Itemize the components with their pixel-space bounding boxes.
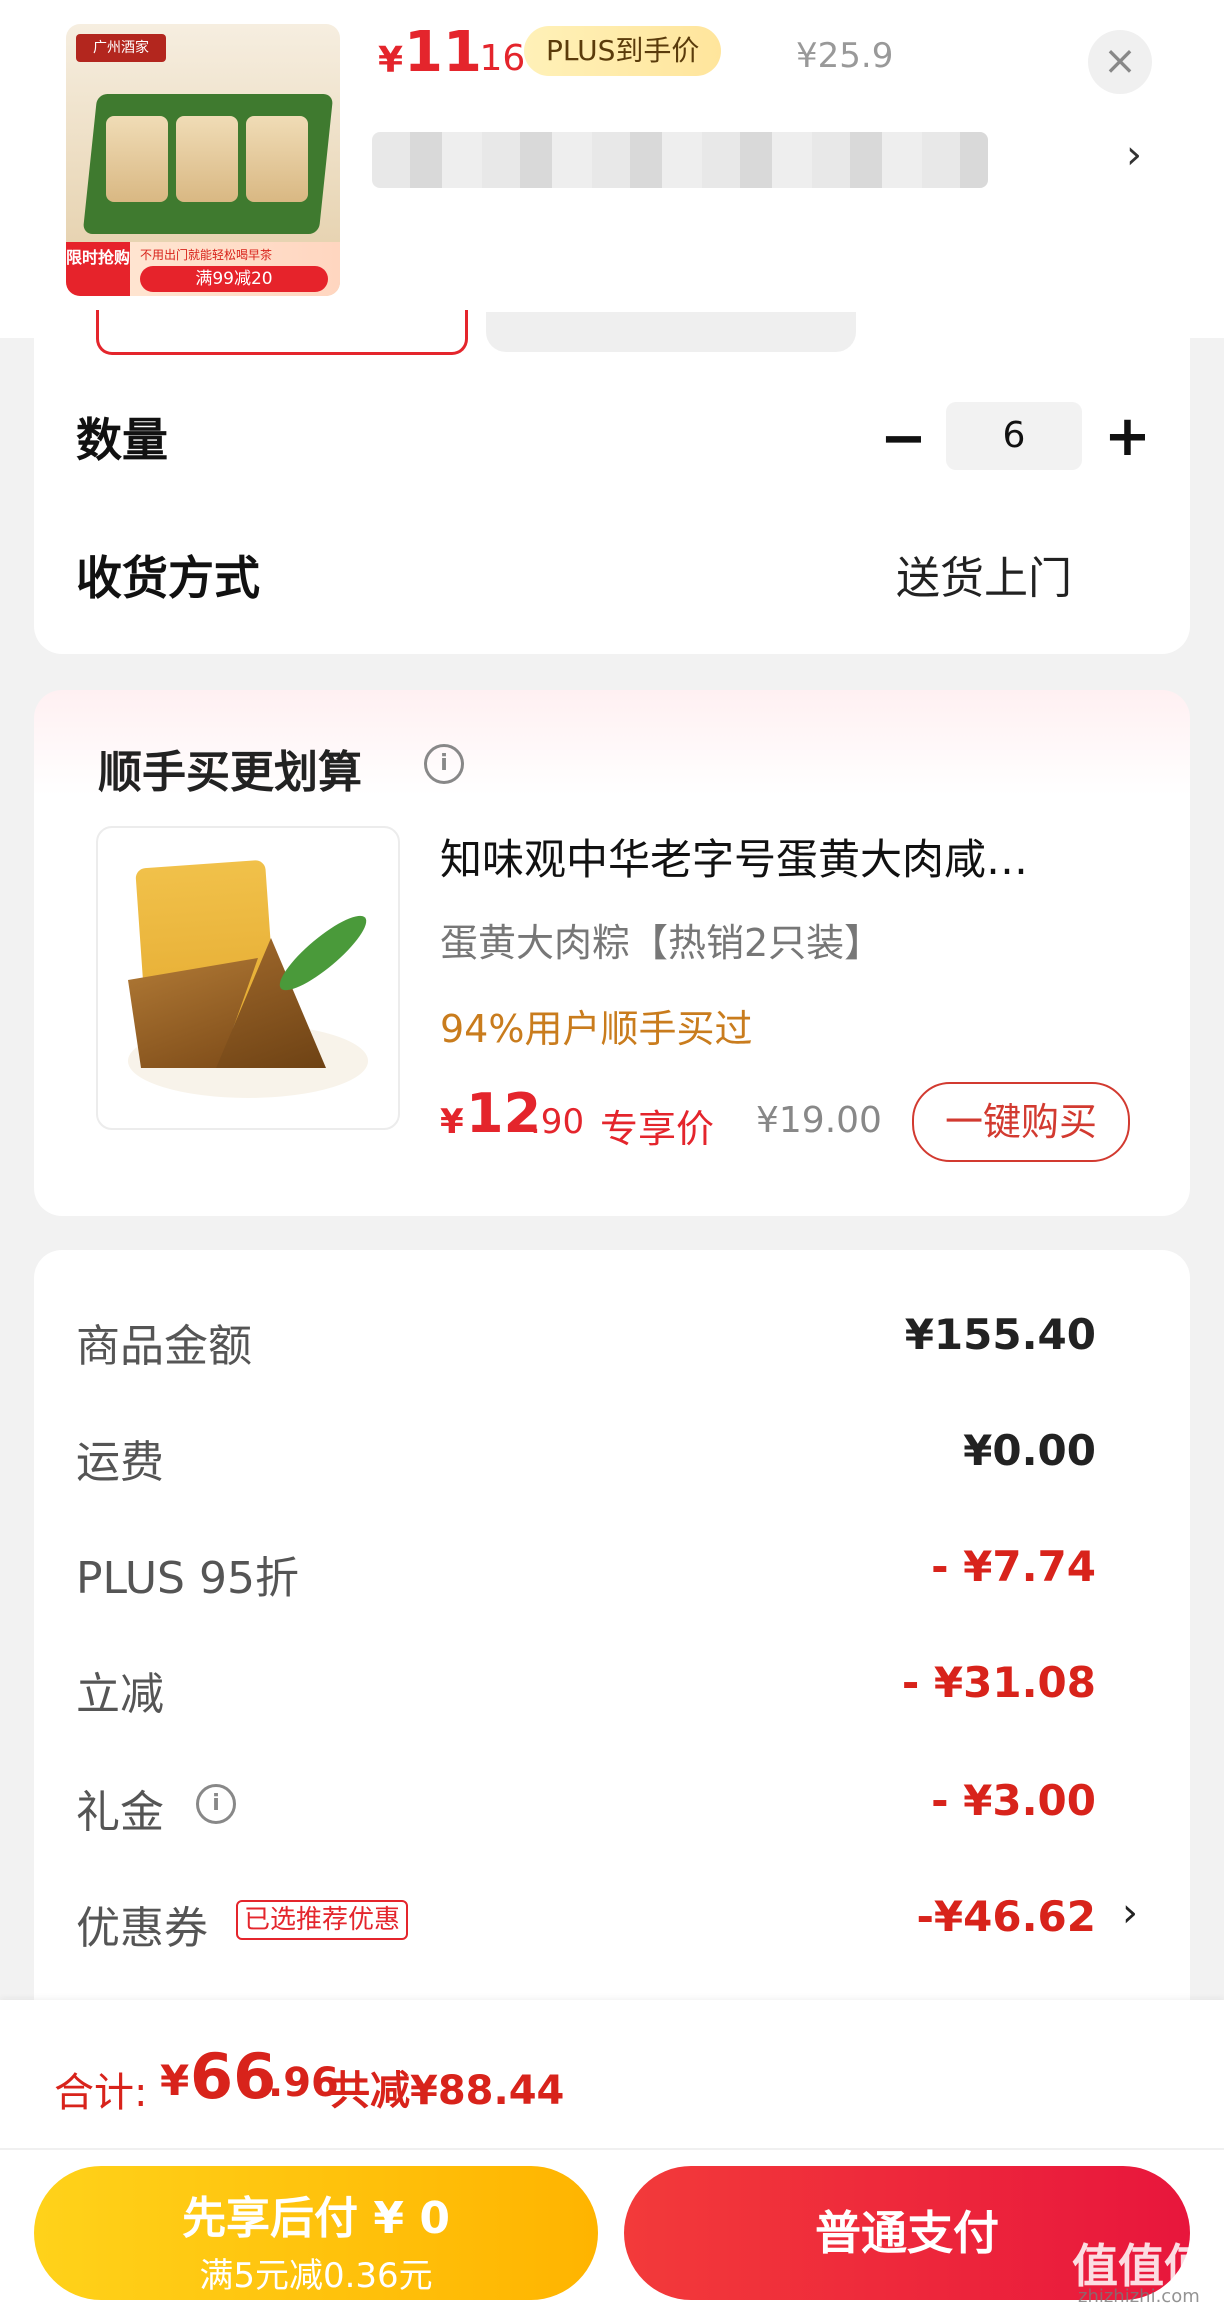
bundle-price-decimal: .90 <box>530 1102 585 1142</box>
total-saved: 共减¥88.44 <box>330 2068 565 2114</box>
quantity-increase-button[interactable]: + <box>1104 404 1151 469</box>
summary-value-plus-discount: - ¥7.74 <box>931 1542 1096 1591</box>
quantity-decrease-button[interactable]: − <box>880 406 927 471</box>
rice-cake-2 <box>176 116 238 202</box>
total-decimal: .96 <box>268 2060 339 2106</box>
summary-label-instant-off: 立减 <box>76 1669 164 1720</box>
price-decimal: .16 <box>468 38 526 79</box>
quantity-label: 数量 <box>76 413 168 467</box>
rice-cake-3 <box>246 116 308 202</box>
pay-later-subtitle: 满5元减0.36元 <box>199 2256 433 2296</box>
bundle-product-image[interactable] <box>96 826 400 1130</box>
summary-value-subtotal: ¥155.40 <box>904 1310 1096 1359</box>
bundle-product-name[interactable]: 知味观中华老字号蛋黄大肉咸… <box>440 826 1140 887</box>
watermark-url: zhizhizhi.com <box>1078 2286 1200 2307</box>
one-click-buy-button[interactable]: 一键购买 <box>912 1082 1130 1162</box>
price-currency: ¥ <box>378 40 404 81</box>
pay-later-button[interactable]: 先享后付 ¥ 0 满5元减0.36元 <box>34 2166 598 2300</box>
selected-variant-tab[interactable] <box>96 310 468 355</box>
chevron-right-icon[interactable]: › <box>1122 1890 1138 1936</box>
promo-discount: 满99减20 <box>140 266 328 292</box>
bundle-bought-ratio: 94%用户顺手买过 <box>440 1007 753 1051</box>
delivery-label: 收货方式 <box>76 551 260 605</box>
variant-tab[interactable] <box>486 312 856 352</box>
close-button[interactable]: × <box>1088 30 1152 94</box>
summary-label-plus-discount: PLUS 95折 <box>76 1553 299 1604</box>
bundle-price-currency: ¥ <box>440 1102 464 1142</box>
blurred-product-title[interactable] <box>372 132 988 188</box>
brand-logo: 广州酒家 <box>76 34 166 62</box>
info-icon[interactable]: i <box>424 744 464 784</box>
plus-price-badge: PLUS到手价 <box>524 26 722 76</box>
summary-value-coupon[interactable]: -¥46.62 <box>916 1892 1096 1941</box>
promo-subtitle: 不用出门就能轻松喝早茶 <box>140 248 273 262</box>
flash-sale-tag: 限时抢购 <box>66 242 130 296</box>
coupon-recommended-badge: 已选推荐优惠 <box>236 1900 409 1940</box>
chevron-right-icon[interactable]: › <box>1126 132 1142 178</box>
rice-cake-1 <box>106 116 168 202</box>
product-thumbnail[interactable]: 广州酒家 限时抢购 不用出门就能轻松喝早茶 满99减20 <box>66 24 340 296</box>
gift-info-icon[interactable]: i <box>196 1784 236 1824</box>
summary-label-coupon: 优惠券 <box>76 1903 208 1954</box>
summary-label-subtotal: 商品金额 <box>76 1321 252 1372</box>
close-icon: × <box>1103 38 1137 84</box>
original-price: ¥25.9 <box>796 36 894 76</box>
summary-label-gift-money: 礼金 <box>76 1787 164 1838</box>
summary-value-gift-money: - ¥3.00 <box>931 1776 1096 1825</box>
summary-value-shipping: ¥0.00 <box>963 1426 1096 1475</box>
bundle-original-price: ¥19.00 <box>756 1100 882 1141</box>
summary-value-instant-off: - ¥31.08 <box>901 1658 1096 1707</box>
summary-label-shipping: 运费 <box>76 1437 164 1488</box>
quantity-input[interactable]: 6 <box>946 402 1082 470</box>
bundle-title: 顺手买更划算 <box>98 747 362 798</box>
total-currency: ¥ <box>160 2056 190 2105</box>
divider <box>0 2148 1224 2150</box>
bamboo-leaf <box>271 906 375 1000</box>
delivery-method-value[interactable]: 送货上门 <box>896 542 1072 606</box>
total-label: 合计: <box>54 2070 148 2116</box>
total-integer: 66 <box>190 2040 277 2113</box>
bundle-product-spec: 蛋黄大肉粽【热销2只装】 <box>440 921 883 965</box>
exclusive-price-tag: 专享价 <box>600 1107 715 1151</box>
pay-later-title: 先享后付 ¥ 0 <box>182 2193 450 2244</box>
